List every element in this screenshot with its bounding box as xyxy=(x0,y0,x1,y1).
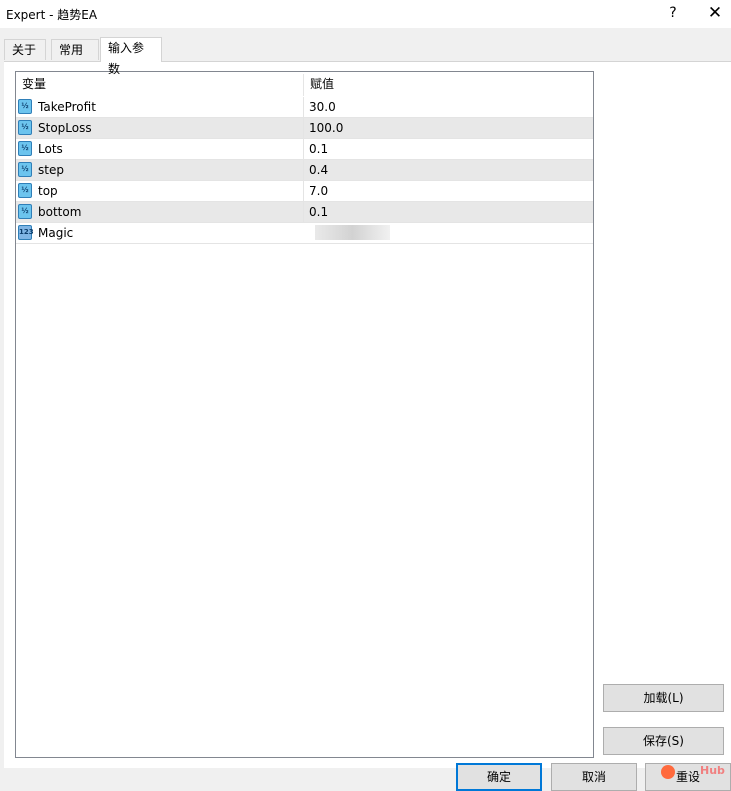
cancel-button[interactable]: 取消 xyxy=(551,763,637,791)
tab-common[interactable]: 常用 xyxy=(51,39,99,60)
tab-inputs[interactable]: 输入参数 xyxy=(100,37,162,76)
variable-name: step xyxy=(38,163,64,177)
variable-name: bottom xyxy=(38,205,82,219)
watermark-text: Hub xyxy=(700,764,725,777)
variable-cell: ½ step xyxy=(16,160,303,180)
save-button[interactable]: 保存(S) xyxy=(603,727,724,755)
variable-name: top xyxy=(38,184,58,198)
load-button[interactable]: 加载(L) xyxy=(603,684,724,712)
table-row[interactable]: ½ top 7.0 xyxy=(16,181,593,202)
window-title: Expert - 趋势EA xyxy=(6,8,98,22)
integer-value-icon: 123 xyxy=(18,225,34,240)
double-value-icon: ½ xyxy=(18,204,32,219)
table-row[interactable]: ½ bottom 0.1 xyxy=(16,202,593,223)
close-button[interactable]: ✕ xyxy=(704,3,726,25)
table-row[interactable]: ½ StopLoss 100.0 xyxy=(16,118,593,139)
value-cell[interactable]: 0.1 xyxy=(303,139,593,159)
value-cell[interactable]: 0.1 xyxy=(303,202,593,222)
value-cell[interactable] xyxy=(303,223,593,243)
tab-about[interactable]: 关于 xyxy=(4,39,46,60)
variable-cell: ½ TakeProfit xyxy=(16,97,303,117)
variable-cell: ½ Lots xyxy=(16,139,303,159)
variable-name: Lots xyxy=(38,142,63,156)
value-cell[interactable]: 7.0 xyxy=(303,181,593,201)
variable-name: Magic xyxy=(38,226,74,240)
table-row[interactable]: ½ step 0.4 xyxy=(16,160,593,181)
variable-name: TakeProfit xyxy=(38,100,96,114)
double-value-icon: ½ xyxy=(18,183,32,198)
value-cell[interactable]: 100.0 xyxy=(303,118,593,138)
table-row[interactable]: ½ Lots 0.1 xyxy=(16,139,593,160)
column-header-variable[interactable]: 变量 xyxy=(16,72,303,97)
title-bar: Expert - 趋势EA ? ✕ xyxy=(0,0,731,28)
grid-header: 变量 赋值 xyxy=(16,72,593,97)
variable-cell: ½ top xyxy=(16,181,303,201)
ok-button[interactable]: 确定 xyxy=(456,763,542,791)
variable-cell: ½ bottom xyxy=(16,202,303,222)
variable-cell: 123 Magic xyxy=(16,223,303,243)
column-header-value[interactable]: 赋值 xyxy=(304,72,593,97)
double-value-icon: ½ xyxy=(18,162,32,177)
variable-name: StopLoss xyxy=(38,121,92,135)
double-value-icon: ½ xyxy=(18,141,32,156)
value-cell[interactable]: 30.0 xyxy=(303,97,593,117)
table-row[interactable]: 123 Magic xyxy=(16,223,593,244)
double-value-icon: ½ xyxy=(18,99,32,114)
obscured-value xyxy=(315,225,390,240)
value-cell[interactable]: 0.4 xyxy=(303,160,593,180)
double-value-icon: ½ xyxy=(18,120,32,135)
variable-cell: ½ StopLoss xyxy=(16,118,303,138)
help-button[interactable]: ? xyxy=(662,3,684,25)
table-row[interactable]: ½ TakeProfit 30.0 xyxy=(16,97,593,118)
watermark-icon xyxy=(661,765,675,779)
parameters-grid: 变量 赋值 ½ TakeProfit 30.0 ½ StopLoss 100.0… xyxy=(15,71,594,758)
